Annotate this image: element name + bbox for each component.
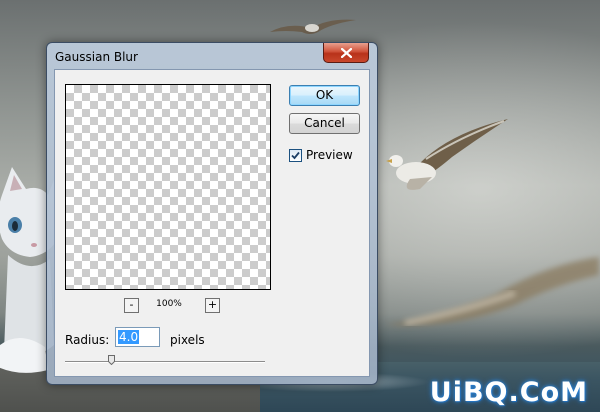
blur-preview-pane[interactable]	[65, 84, 271, 290]
preview-label: Preview	[306, 148, 353, 162]
ok-button[interactable]: OK	[289, 85, 360, 106]
close-button[interactable]	[323, 43, 369, 63]
zoom-in-button[interactable]: +	[205, 298, 220, 313]
zoom-out-button[interactable]: -	[124, 298, 139, 313]
radius-value: 4.0	[118, 330, 140, 344]
radius-slider-thumb[interactable]	[108, 355, 115, 365]
preview-checkbox[interactable]	[289, 148, 302, 162]
radius-slider-track[interactable]	[65, 361, 265, 362]
dialog-title: Gaussian Blur	[55, 50, 138, 64]
radius-unit-label: pixels	[170, 333, 205, 347]
seagull-blurred	[385, 257, 599, 326]
zoom-level-label: 100%	[156, 299, 182, 309]
radius-label: Radius:	[65, 333, 110, 347]
checkmark-icon	[291, 151, 300, 159]
dialog-body: - 100% + OK Cancel Preview Radius: 4.0 p…	[54, 69, 370, 377]
dialog-titlebar[interactable]: Gaussian Blur	[47, 43, 377, 69]
watermark-logo: UiBQ.CoM	[429, 377, 588, 408]
seagull-flying	[386, 119, 508, 190]
gaussian-blur-dialog: Gaussian Blur - 100% + OK Cancel Preview…	[46, 42, 378, 385]
radius-input[interactable]: 4.0	[115, 327, 160, 347]
preview-checkbox-row[interactable]: Preview	[289, 148, 353, 162]
cancel-button[interactable]: Cancel	[289, 113, 360, 134]
close-icon	[340, 47, 352, 58]
seagull-small	[270, 19, 356, 34]
